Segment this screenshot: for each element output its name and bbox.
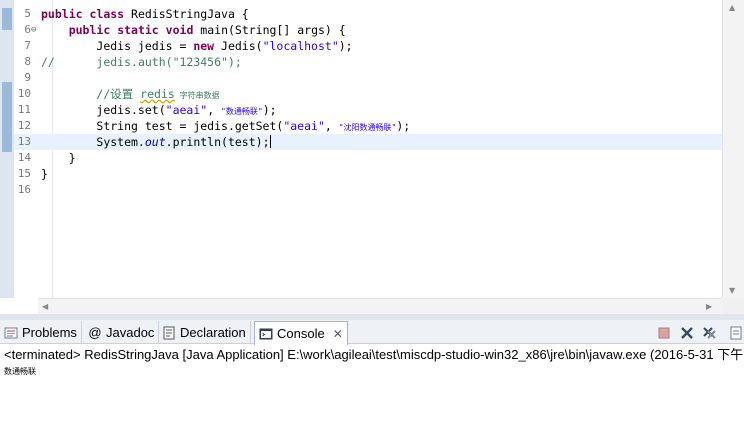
- tab-label: Javadoc: [106, 325, 155, 340]
- tab-declaration[interactable]: Declaration: [158, 321, 251, 344]
- code-text: Jedis jedis = new Jedis("localhost");: [96, 39, 353, 53]
- code-text: System.out.println(test);: [96, 135, 271, 149]
- scroll-left-arrow-icon[interactable]: ◀: [42, 302, 48, 311]
- tab-javadoc[interactable]: @ Javadoc: [84, 321, 160, 344]
- code-line[interactable]: 15 }: [14, 166, 722, 182]
- code-line[interactable]: 6 ⊖ public static void main(String[] arg…: [14, 22, 722, 38]
- declaration-icon: [162, 326, 176, 340]
- change-marker: [2, 82, 12, 152]
- code-line[interactable]: 10 //设置 redis 字符串数据: [14, 86, 722, 102]
- remove-all-terminated-button[interactable]: [700, 324, 717, 341]
- code-line[interactable]: 11 jedis.set("aeai", "数通畅联");: [14, 102, 722, 118]
- remove-launch-button[interactable]: [678, 324, 695, 341]
- scrollbar-corner: [722, 298, 744, 314]
- line-number: 6: [24, 23, 31, 36]
- change-marker: [2, 8, 12, 30]
- text-caret: [269, 135, 271, 148]
- panel-tab-bar: Problems @ Javadoc Declaration Console ✕: [0, 320, 744, 345]
- code-editor[interactable]: 5 public class RedisStringJava { 6 ⊖ pub…: [0, 0, 744, 314]
- code-comment: // jedis.auth("123456");: [41, 55, 242, 69]
- line-number: 13: [17, 135, 31, 148]
- code-text: public static void main(String[] args) {: [68, 23, 346, 37]
- tab-problems[interactable]: Problems: [0, 321, 82, 344]
- editor-overview-strip: [0, 0, 14, 298]
- scroll-right-arrow-icon[interactable]: ▶: [706, 302, 712, 311]
- terminate-button[interactable]: [655, 324, 672, 341]
- code-line[interactable]: 9: [14, 70, 722, 86]
- code-text-area[interactable]: 5 public class RedisStringJava { 6 ⊖ pub…: [14, 0, 722, 298]
- fold-collapse-icon[interactable]: ⊖: [31, 22, 36, 38]
- code-line[interactable]: 12 String test = jedis.getSet("aeai", "沈…: [14, 118, 722, 134]
- console-output-area[interactable]: <terminated> RedisStringJava [Java Appli…: [0, 345, 744, 437]
- code-line[interactable]: 5 public class RedisStringJava {: [14, 6, 722, 22]
- scroll-up-arrow-icon[interactable]: ▲: [729, 3, 735, 12]
- code-text: }: [68, 151, 76, 165]
- scroll-down-arrow-icon[interactable]: ▼: [729, 286, 735, 295]
- editor-vertical-scrollbar[interactable]: ▲ ▼: [722, 0, 744, 298]
- tab-label: Console: [277, 326, 325, 341]
- line-number: 9: [24, 71, 31, 84]
- close-tab-icon[interactable]: ✕: [333, 327, 343, 341]
- line-number: 15: [17, 167, 31, 180]
- code-text: public class RedisStringJava {: [41, 7, 249, 21]
- code-line[interactable]: 16: [14, 182, 722, 198]
- line-number: 16: [17, 183, 31, 196]
- console-process-label: <terminated> RedisStringJava [Java Appli…: [4, 347, 744, 362]
- code-line[interactable]: 8 // jedis.auth("123456");: [14, 54, 722, 70]
- line-number: 10: [17, 87, 31, 100]
- problems-icon: [4, 326, 18, 340]
- line-number: 14: [17, 151, 31, 164]
- line-number: 12: [17, 119, 31, 132]
- line-number: 5: [24, 7, 31, 20]
- spelling-warning: redis: [140, 87, 175, 101]
- code-line[interactable]: 7 Jedis jedis = new Jedis("localhost");: [14, 38, 722, 54]
- code-line-current[interactable]: 13 System.out.println(test);: [14, 134, 722, 150]
- tab-label: Problems: [22, 325, 77, 340]
- code-line[interactable]: 14 }: [14, 150, 722, 166]
- editor-horizontal-scrollbar[interactable]: ◀ ▶: [38, 298, 722, 314]
- code-text: }: [41, 167, 48, 181]
- line-number: 7: [24, 39, 31, 52]
- console-output-text: 数通畅联: [4, 367, 36, 376]
- line-number: 11: [17, 103, 31, 116]
- tab-label: Declaration: [180, 325, 246, 340]
- line-number: 8: [24, 55, 31, 68]
- at-sign-icon: @: [88, 325, 102, 340]
- console-options-icon[interactable]: [727, 324, 744, 341]
- tab-console[interactable]: Console ✕: [254, 321, 348, 345]
- console-icon: [259, 327, 273, 341]
